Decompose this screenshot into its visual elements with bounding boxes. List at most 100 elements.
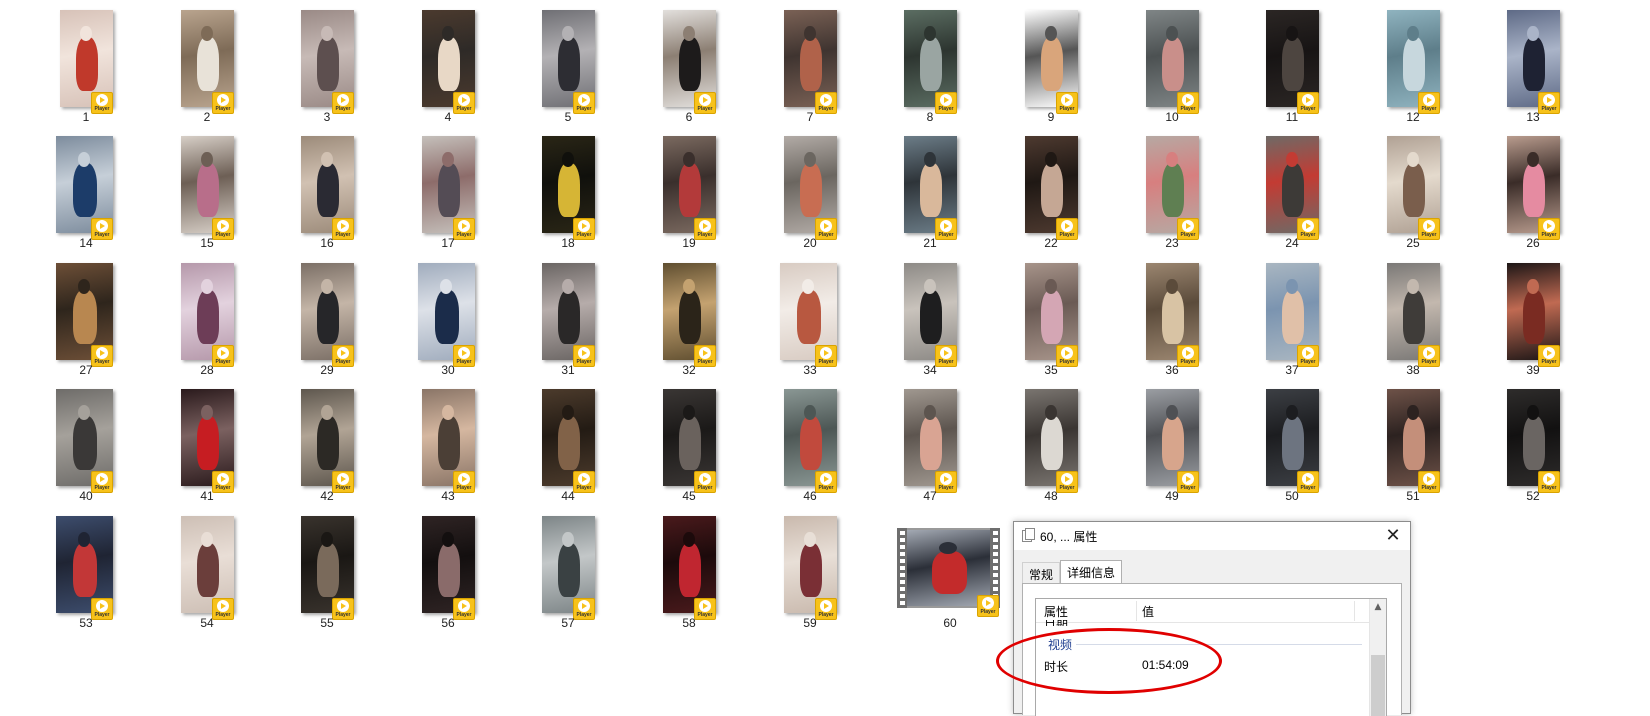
file-item[interactable]: Player 24 xyxy=(1229,126,1355,258)
file-item[interactable]: Player 53 xyxy=(23,506,149,638)
file-name-label: 30 xyxy=(441,363,455,377)
file-item[interactable]: Player 20 xyxy=(747,126,873,258)
list-header: 属性 值 xyxy=(1036,599,1370,623)
file-item[interactable]: Player 8 xyxy=(867,0,993,132)
file-item[interactable]: Player 46 xyxy=(747,379,873,511)
file-name-label: 29 xyxy=(320,363,334,377)
file-name-label: 34 xyxy=(923,363,937,377)
file-item[interactable]: Player 48 xyxy=(988,379,1114,511)
file-item[interactable]: Player 26 xyxy=(1470,126,1596,258)
file-name-label: 38 xyxy=(1406,363,1420,377)
file-item[interactable]: Player 60 xyxy=(897,506,1023,638)
file-item[interactable]: Player 55 xyxy=(264,506,390,638)
file-name-label: 23 xyxy=(1165,236,1179,250)
thumbnail-figure xyxy=(683,278,695,295)
file-item[interactable]: Player 1 xyxy=(23,0,149,132)
file-item[interactable]: Player 36 xyxy=(1109,253,1235,385)
file-item[interactable]: Player 56 xyxy=(385,506,511,638)
tab-details[interactable]: 详细信息 xyxy=(1060,560,1123,584)
thumbnail-figure xyxy=(799,416,823,471)
tab-general[interactable]: 常规 xyxy=(1022,562,1061,584)
copy-icon xyxy=(1022,528,1035,542)
thumbnail-figure xyxy=(1527,25,1539,42)
file-item[interactable]: Player 13 xyxy=(1470,0,1596,132)
file-item[interactable]: Player 10 xyxy=(1109,0,1235,132)
scroll-up-icon[interactable]: ▲ xyxy=(1370,599,1386,616)
file-item[interactable]: Player 47 xyxy=(867,379,993,511)
file-item[interactable]: Player 42 xyxy=(264,379,390,511)
file-item[interactable]: Player 41 xyxy=(144,379,270,511)
file-item[interactable]: Player 6 xyxy=(626,0,752,132)
file-item[interactable]: Player 22 xyxy=(988,126,1114,258)
thumbnail-figure xyxy=(196,290,220,345)
thumbnail-figure xyxy=(678,543,702,598)
file-item[interactable]: Player 11 xyxy=(1229,0,1355,132)
file-item[interactable]: Player 16 xyxy=(264,126,390,258)
file-item[interactable]: Player 39 xyxy=(1470,253,1596,385)
file-item[interactable]: Player 2 xyxy=(144,0,270,132)
file-item[interactable]: Player 59 xyxy=(747,506,873,638)
file-item[interactable]: Player 57 xyxy=(505,506,631,638)
file-item[interactable]: Player 58 xyxy=(626,506,752,638)
film-hole xyxy=(899,580,905,584)
file-item[interactable]: Player 5 xyxy=(505,0,631,132)
file-item[interactable]: Player 12 xyxy=(1350,0,1476,132)
scrollbar-thumb[interactable] xyxy=(1371,655,1385,716)
file-name-label: 16 xyxy=(320,236,334,250)
file-item[interactable]: Player 14 xyxy=(23,126,149,258)
file-item[interactable]: Player 38 xyxy=(1350,253,1476,385)
file-item[interactable]: Player 18 xyxy=(505,126,631,258)
thumbnail-figure xyxy=(799,163,823,218)
file-name-label: 53 xyxy=(79,616,93,630)
column-divider[interactable] xyxy=(1136,601,1137,621)
file-item[interactable]: Player 51 xyxy=(1350,379,1476,511)
column-header-property[interactable]: 属性 xyxy=(1044,603,1068,620)
file-item[interactable]: Player 52 xyxy=(1470,379,1596,511)
file-item[interactable]: Player 23 xyxy=(1109,126,1235,258)
column-header-value[interactable]: 值 xyxy=(1142,603,1154,620)
vertical-scrollbar[interactable]: ▲ xyxy=(1369,599,1386,716)
thumbnail-figure xyxy=(73,543,98,598)
file-item[interactable]: Player 3 xyxy=(264,0,390,132)
thumbnail-figure xyxy=(77,404,91,421)
file-item[interactable]: Player 27 xyxy=(23,253,149,385)
film-hole xyxy=(992,580,998,584)
film-hole xyxy=(899,545,905,549)
file-item[interactable]: Player 40 xyxy=(23,379,149,511)
play-icon xyxy=(982,597,994,609)
file-item[interactable]: Player 31 xyxy=(505,253,631,385)
thumbnail-figure xyxy=(1407,151,1419,168)
file-item[interactable]: Player 32 xyxy=(626,253,752,385)
file-item[interactable]: Player 50 xyxy=(1229,379,1355,511)
file-item[interactable]: Player 29 xyxy=(264,253,390,385)
file-item[interactable]: Player 17 xyxy=(385,126,511,258)
dialog-titlebar[interactable]: 60, ... 属性 ✕ xyxy=(1014,522,1410,550)
thumbnail-figure xyxy=(196,543,220,598)
file-item[interactable]: Player 54 xyxy=(144,506,270,638)
file-item[interactable]: Player 43 xyxy=(385,379,511,511)
file-item[interactable]: Player 28 xyxy=(144,253,270,385)
close-button[interactable]: ✕ xyxy=(1382,525,1404,547)
file-item[interactable]: Player 45 xyxy=(626,379,752,511)
thumbnail-figure xyxy=(77,531,91,548)
film-hole xyxy=(992,573,998,577)
file-item[interactable]: Player 15 xyxy=(144,126,270,258)
column-divider[interactable] xyxy=(1354,601,1355,621)
file-item[interactable]: Player 9 xyxy=(988,0,1114,132)
file-item[interactable]: Player 35 xyxy=(988,253,1114,385)
file-item[interactable]: Player 33 xyxy=(747,253,873,385)
file-item[interactable]: Player 25 xyxy=(1350,126,1476,258)
thumbnail-figure xyxy=(1161,37,1185,92)
file-item[interactable]: Player 34 xyxy=(867,253,993,385)
play-icon xyxy=(1543,220,1555,232)
file-item[interactable]: Player 7 xyxy=(747,0,873,132)
file-item[interactable]: Player 37 xyxy=(1229,253,1355,385)
file-item[interactable]: Player 21 xyxy=(867,126,993,258)
file-item[interactable]: Player 49 xyxy=(1109,379,1235,511)
file-item[interactable]: Player 19 xyxy=(626,126,752,258)
thumbnail-figure xyxy=(437,163,461,218)
file-item[interactable]: Player 30 xyxy=(385,253,511,385)
file-item[interactable]: Player 44 xyxy=(505,379,631,511)
dialog-title: 60, ... 属性 xyxy=(1040,530,1098,544)
file-item[interactable]: Player 4 xyxy=(385,0,511,132)
